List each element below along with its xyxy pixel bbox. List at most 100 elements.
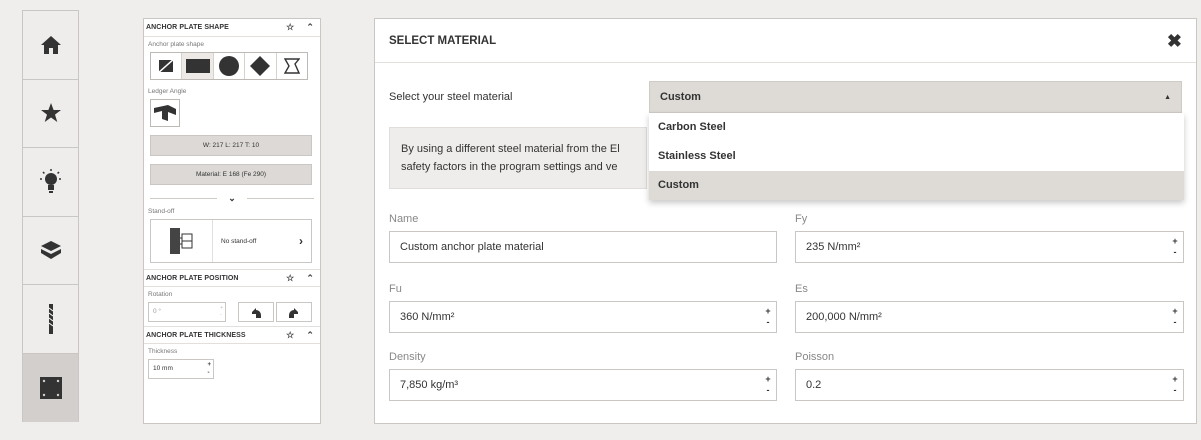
rotate-left-button[interactable] bbox=[238, 302, 274, 322]
section-title: ANCHOR PLATE POSITION bbox=[146, 274, 239, 282]
thickness-input[interactable]: 10 mm + - bbox=[148, 359, 214, 379]
material-select-value: Custom bbox=[660, 91, 701, 103]
fy-stepper[interactable]: + - bbox=[1170, 236, 1180, 258]
custom-shape-icon bbox=[157, 58, 176, 74]
density-value: 7,850 kg/m³ bbox=[400, 379, 459, 391]
decrement-button[interactable]: - bbox=[1174, 385, 1177, 395]
decrement-button[interactable]: - bbox=[1174, 317, 1177, 327]
properties-panel: ANCHOR PLATE SHAPE ☆ ⌃ Anchor plate shap… bbox=[143, 18, 321, 424]
increment-button[interactable]: + bbox=[1172, 236, 1177, 246]
section-title: ANCHOR PLATE THICKNESS bbox=[146, 331, 246, 339]
nav-anchor-plate[interactable] bbox=[23, 353, 78, 422]
name-value: Custom anchor plate material bbox=[400, 241, 544, 253]
density-label: Density bbox=[389, 351, 426, 363]
collapse-chevron-icon[interactable]: ⌃ bbox=[306, 22, 314, 33]
layers-icon bbox=[40, 241, 61, 260]
increment-button[interactable]: + bbox=[1172, 306, 1177, 316]
rotation-label: Rotation bbox=[148, 291, 173, 298]
fu-label: Fu bbox=[389, 283, 402, 295]
es-value: 200,000 N/mm² bbox=[806, 311, 882, 323]
favorite-star-icon[interactable]: ☆ bbox=[286, 330, 294, 341]
standoff-label: Stand-off bbox=[148, 208, 175, 215]
info-line: By using a different steel material from… bbox=[401, 143, 620, 155]
thickness-stepper[interactable]: + - bbox=[207, 361, 211, 377]
rotate-left-icon bbox=[252, 308, 261, 318]
increment-button[interactable]: + bbox=[765, 374, 770, 384]
thickness-value: 10 mm bbox=[153, 365, 173, 372]
shape-custom-button[interactable] bbox=[151, 53, 183, 79]
fy-field[interactable]: 235 N/mm² + - bbox=[795, 231, 1184, 263]
standoff-selector[interactable]: No stand-off › bbox=[150, 219, 312, 263]
nav-favorites[interactable] bbox=[23, 80, 78, 148]
poisson-value: 0.2 bbox=[806, 379, 822, 391]
es-field[interactable]: 200,000 N/mm² + - bbox=[795, 301, 1184, 333]
thickness-label: Thickness bbox=[148, 348, 178, 355]
select-material-dialog: SELECT MATERIAL ✖ Select your steel mate… bbox=[374, 18, 1197, 424]
dialog-title: SELECT MATERIAL bbox=[389, 34, 497, 47]
rotation-value: 0 ° bbox=[153, 308, 162, 315]
nav-tips[interactable] bbox=[23, 148, 78, 217]
increment-button[interactable]: + bbox=[765, 306, 770, 316]
collapse-chevron-icon[interactable]: ⌃ bbox=[306, 273, 314, 284]
favorite-star-icon[interactable]: ☆ bbox=[286, 22, 294, 33]
option-custom[interactable]: Custom bbox=[649, 171, 1184, 200]
rotate-right-button[interactable] bbox=[276, 302, 312, 322]
section-header-thickness[interactable]: ANCHOR PLATE THICKNESS ☆ ⌃ bbox=[144, 326, 320, 344]
fu-stepper[interactable]: + - bbox=[763, 306, 773, 328]
rotation-row: 0 ° + - bbox=[148, 302, 320, 322]
decrement-button[interactable]: - bbox=[1174, 247, 1177, 257]
shape-diamond-button[interactable] bbox=[245, 53, 277, 79]
info-line: safety factors in the program settings a… bbox=[401, 161, 618, 173]
fu-field[interactable]: 360 N/mm² + - bbox=[389, 301, 777, 333]
poisson-field[interactable]: 0.2 + - bbox=[795, 369, 1184, 401]
decrement-button[interactable]: - bbox=[767, 317, 770, 327]
rotate-right-icon bbox=[289, 308, 298, 318]
option-carbon-steel[interactable]: Carbon Steel bbox=[649, 113, 1184, 142]
ledger-angle-button[interactable] bbox=[150, 99, 180, 127]
rotation-stepper[interactable]: + - bbox=[220, 305, 223, 319]
standoff-icon bbox=[169, 228, 192, 254]
expand-divider[interactable]: ⌄ bbox=[150, 193, 314, 204]
close-icon[interactable]: ✖ bbox=[1167, 32, 1182, 50]
density-field[interactable]: 7,850 kg/m³ + - bbox=[389, 369, 777, 401]
chevron-down-icon: ⌄ bbox=[228, 193, 236, 203]
anchor-bolt-icon bbox=[48, 303, 53, 334]
material-dropdown-menu: Carbon Steel Stainless Steel Custom bbox=[649, 113, 1184, 200]
main-nav bbox=[22, 10, 79, 422]
polygon-icon bbox=[283, 58, 300, 74]
standoff-image bbox=[151, 220, 213, 262]
anchor-plate-icon bbox=[39, 376, 62, 399]
caret-up-icon: ▲ bbox=[1164, 93, 1171, 101]
shape-selector bbox=[150, 52, 308, 80]
nav-anchors[interactable] bbox=[23, 285, 78, 354]
ledger-angle-label: Ledger Angle bbox=[148, 88, 187, 95]
shape-polygon-button[interactable] bbox=[277, 53, 307, 79]
home-icon bbox=[40, 35, 61, 54]
shape-rectangle-button[interactable] bbox=[182, 53, 214, 79]
poisson-label: Poisson bbox=[795, 351, 835, 363]
decrement-button[interactable]: - bbox=[767, 385, 770, 395]
star-icon bbox=[40, 103, 61, 123]
density-stepper[interactable]: + - bbox=[763, 374, 773, 396]
collapse-chevron-icon[interactable]: ⌃ bbox=[306, 330, 314, 341]
section-header-shape[interactable]: ANCHOR PLATE SHAPE ☆ ⌃ bbox=[144, 19, 320, 37]
material-button[interactable]: Material: E 168 (Fe 290) bbox=[150, 164, 312, 185]
increment-button[interactable]: + bbox=[1172, 374, 1177, 384]
name-label: Name bbox=[389, 213, 419, 225]
nav-layers[interactable] bbox=[23, 217, 78, 285]
name-field[interactable]: Custom anchor plate material bbox=[389, 231, 777, 263]
fy-label: Fy bbox=[795, 213, 808, 225]
favorite-star-icon[interactable]: ☆ bbox=[286, 273, 294, 284]
circle-icon bbox=[219, 56, 240, 76]
shape-circle-button[interactable] bbox=[214, 53, 246, 79]
nav-home[interactable] bbox=[23, 11, 78, 80]
option-stainless-steel[interactable]: Stainless Steel bbox=[649, 142, 1184, 171]
lightbulb-icon bbox=[39, 168, 62, 193]
es-stepper[interactable]: + - bbox=[1170, 306, 1180, 328]
dimensions-button[interactable]: W: 217 L: 217 T: 10 bbox=[150, 135, 312, 156]
material-select-row: Select your steel material Custom ▲ bbox=[389, 81, 1182, 113]
rotation-input[interactable]: 0 ° + - bbox=[148, 302, 226, 322]
poisson-stepper[interactable]: + - bbox=[1170, 374, 1180, 396]
section-header-position[interactable]: ANCHOR PLATE POSITION ☆ ⌃ bbox=[144, 269, 320, 287]
material-select[interactable]: Custom ▲ bbox=[649, 81, 1182, 113]
